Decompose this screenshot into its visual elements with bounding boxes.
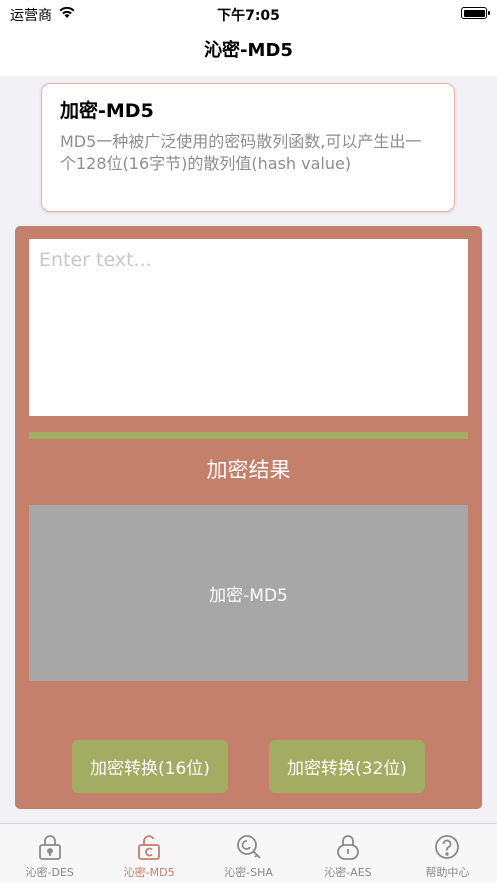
info-card: 加密-MD5 MD5一种被广泛使用的密码散列函数,可以产生出一个128位(16字… bbox=[41, 83, 455, 212]
help-icon bbox=[435, 835, 460, 859]
tab-help[interactable]: 帮助中心 bbox=[398, 824, 497, 883]
tab-bar: 沁密-DES 沁密-MD5 沁密-SHA 沁密-AES 帮助中心 bbox=[0, 823, 497, 883]
encrypt-panel: 加密结果 加密-MD5 加密转换(16位) 加密转换(32位) bbox=[15, 226, 482, 809]
convert-32-button[interactable]: 加密转换(32位) bbox=[269, 740, 425, 793]
lock-icon bbox=[337, 835, 359, 860]
status-bar: 运营商 下午7:05 bbox=[0, 0, 497, 28]
result-output: 加密-MD5 bbox=[29, 505, 468, 681]
tab-des[interactable]: 沁密-DES bbox=[0, 824, 99, 883]
battery-icon bbox=[461, 7, 490, 19]
unlock-icon bbox=[138, 835, 161, 860]
convert-16-button[interactable]: 加密转换(16位) bbox=[72, 740, 228, 793]
key-icon bbox=[236, 835, 261, 859]
status-time: 下午7:05 bbox=[217, 8, 280, 24]
tab-md5[interactable]: 沁密-MD5 bbox=[99, 824, 198, 883]
result-value: 加密-MD5 bbox=[209, 585, 288, 606]
divider bbox=[29, 432, 468, 439]
info-card-description: MD5一种被广泛使用的密码散列函数,可以产生出一个128位(16字节)的散列值(… bbox=[60, 132, 422, 173]
tab-label: 沁密-AES bbox=[324, 866, 372, 879]
plaintext-input[interactable] bbox=[29, 239, 468, 416]
nav-bar: 沁密-MD5 bbox=[0, 28, 497, 76]
tab-label: 沁密-SHA bbox=[224, 866, 273, 879]
tab-label: 沁密-DES bbox=[25, 866, 74, 879]
page-title: 沁密-MD5 bbox=[204, 40, 293, 61]
tab-aes[interactable]: 沁密-AES bbox=[298, 824, 397, 883]
result-label: 加密结果 bbox=[206, 458, 291, 482]
tab-label: 沁密-MD5 bbox=[123, 866, 175, 879]
info-card-title: 加密-MD5 bbox=[60, 100, 154, 122]
tab-sha[interactable]: 沁密-SHA bbox=[199, 824, 298, 883]
tab-label: 帮助中心 bbox=[425, 866, 470, 879]
lock-icon bbox=[38, 835, 61, 860]
